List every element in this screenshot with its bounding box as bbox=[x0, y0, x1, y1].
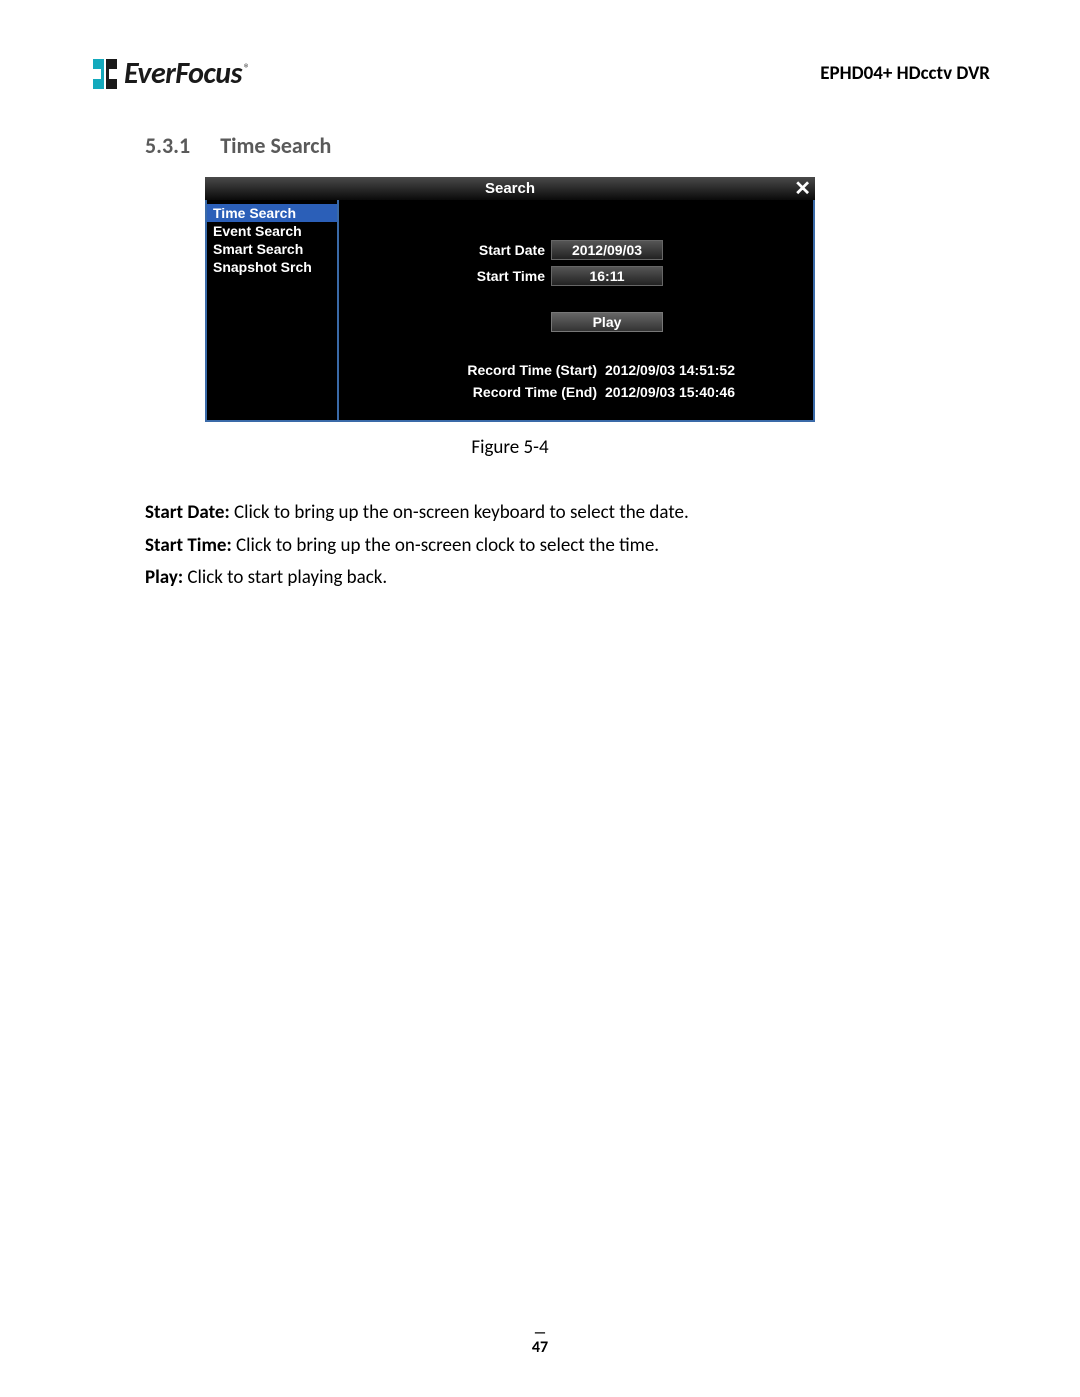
sidebar-item-smart-search[interactable]: Smart Search bbox=[207, 240, 337, 258]
start-time-input[interactable]: 16:11 bbox=[551, 266, 663, 286]
record-end-label: Record Time (End) bbox=[473, 384, 597, 400]
close-icon[interactable]: ✕ bbox=[794, 179, 811, 199]
dvr-main-panel: Start Date 2012/09/03 Start Time 16:11 P… bbox=[339, 200, 815, 422]
dvr-titlebar: Search ✕ bbox=[205, 177, 815, 200]
product-title: EPHD04+ HDcctv DVR bbox=[820, 62, 990, 85]
page-header: EverFocus® EPHD04+ HDcctv DVR bbox=[90, 55, 990, 92]
desc-play-label: Play: bbox=[145, 566, 183, 589]
desc-start-time-label: Start Time: bbox=[145, 534, 232, 557]
sidebar-item-time-search[interactable]: Time Search bbox=[207, 204, 337, 222]
desc-start-date-label: Start Date: bbox=[145, 501, 230, 524]
section-number: 5.3.1 bbox=[145, 132, 190, 159]
figure-caption: Figure 5-4 bbox=[205, 436, 815, 459]
brand-logo: EverFocus® bbox=[90, 55, 249, 92]
sidebar-item-event-search[interactable]: Event Search bbox=[207, 222, 337, 240]
desc-play-text: Click to start playing back. bbox=[183, 566, 387, 589]
page-number: 47 bbox=[532, 1338, 548, 1357]
everfocus-icon bbox=[90, 57, 120, 91]
start-time-label: Start Time bbox=[477, 268, 545, 284]
description-text: Start Date: Click to bring up the on-scr… bbox=[145, 499, 990, 593]
record-end-value: 2012/09/03 15:40:46 bbox=[605, 384, 735, 400]
figure-container: Search ✕ Time Search Event Search Smart … bbox=[205, 177, 815, 459]
sidebar-item-snapshot-search[interactable]: Snapshot Srch bbox=[207, 258, 337, 276]
page-footer: — 47 bbox=[0, 1327, 1080, 1357]
dvr-search-window: Search ✕ Time Search Event Search Smart … bbox=[205, 177, 815, 422]
dvr-sidebar: Time Search Event Search Smart Search Sn… bbox=[205, 200, 339, 422]
start-date-label: Start Date bbox=[479, 242, 545, 258]
start-date-input[interactable]: 2012/09/03 bbox=[551, 240, 663, 260]
desc-start-time-text: Click to bring up the on-screen clock to… bbox=[232, 534, 659, 557]
play-button[interactable]: Play bbox=[551, 312, 663, 332]
record-start-value: 2012/09/03 14:51:52 bbox=[605, 362, 735, 378]
registered-mark: ® bbox=[244, 62, 250, 76]
section-title: Time Search bbox=[220, 132, 331, 159]
brand-name: EverFocus® bbox=[124, 55, 249, 92]
section-heading: 5.3.1 Time Search bbox=[145, 132, 990, 159]
record-start-label: Record Time (Start) bbox=[467, 362, 597, 378]
footer-dash: — bbox=[0, 1327, 1080, 1338]
desc-start-date-text: Click to bring up the on-screen keyboard… bbox=[230, 501, 689, 524]
dvr-window-title: Search bbox=[485, 180, 535, 197]
